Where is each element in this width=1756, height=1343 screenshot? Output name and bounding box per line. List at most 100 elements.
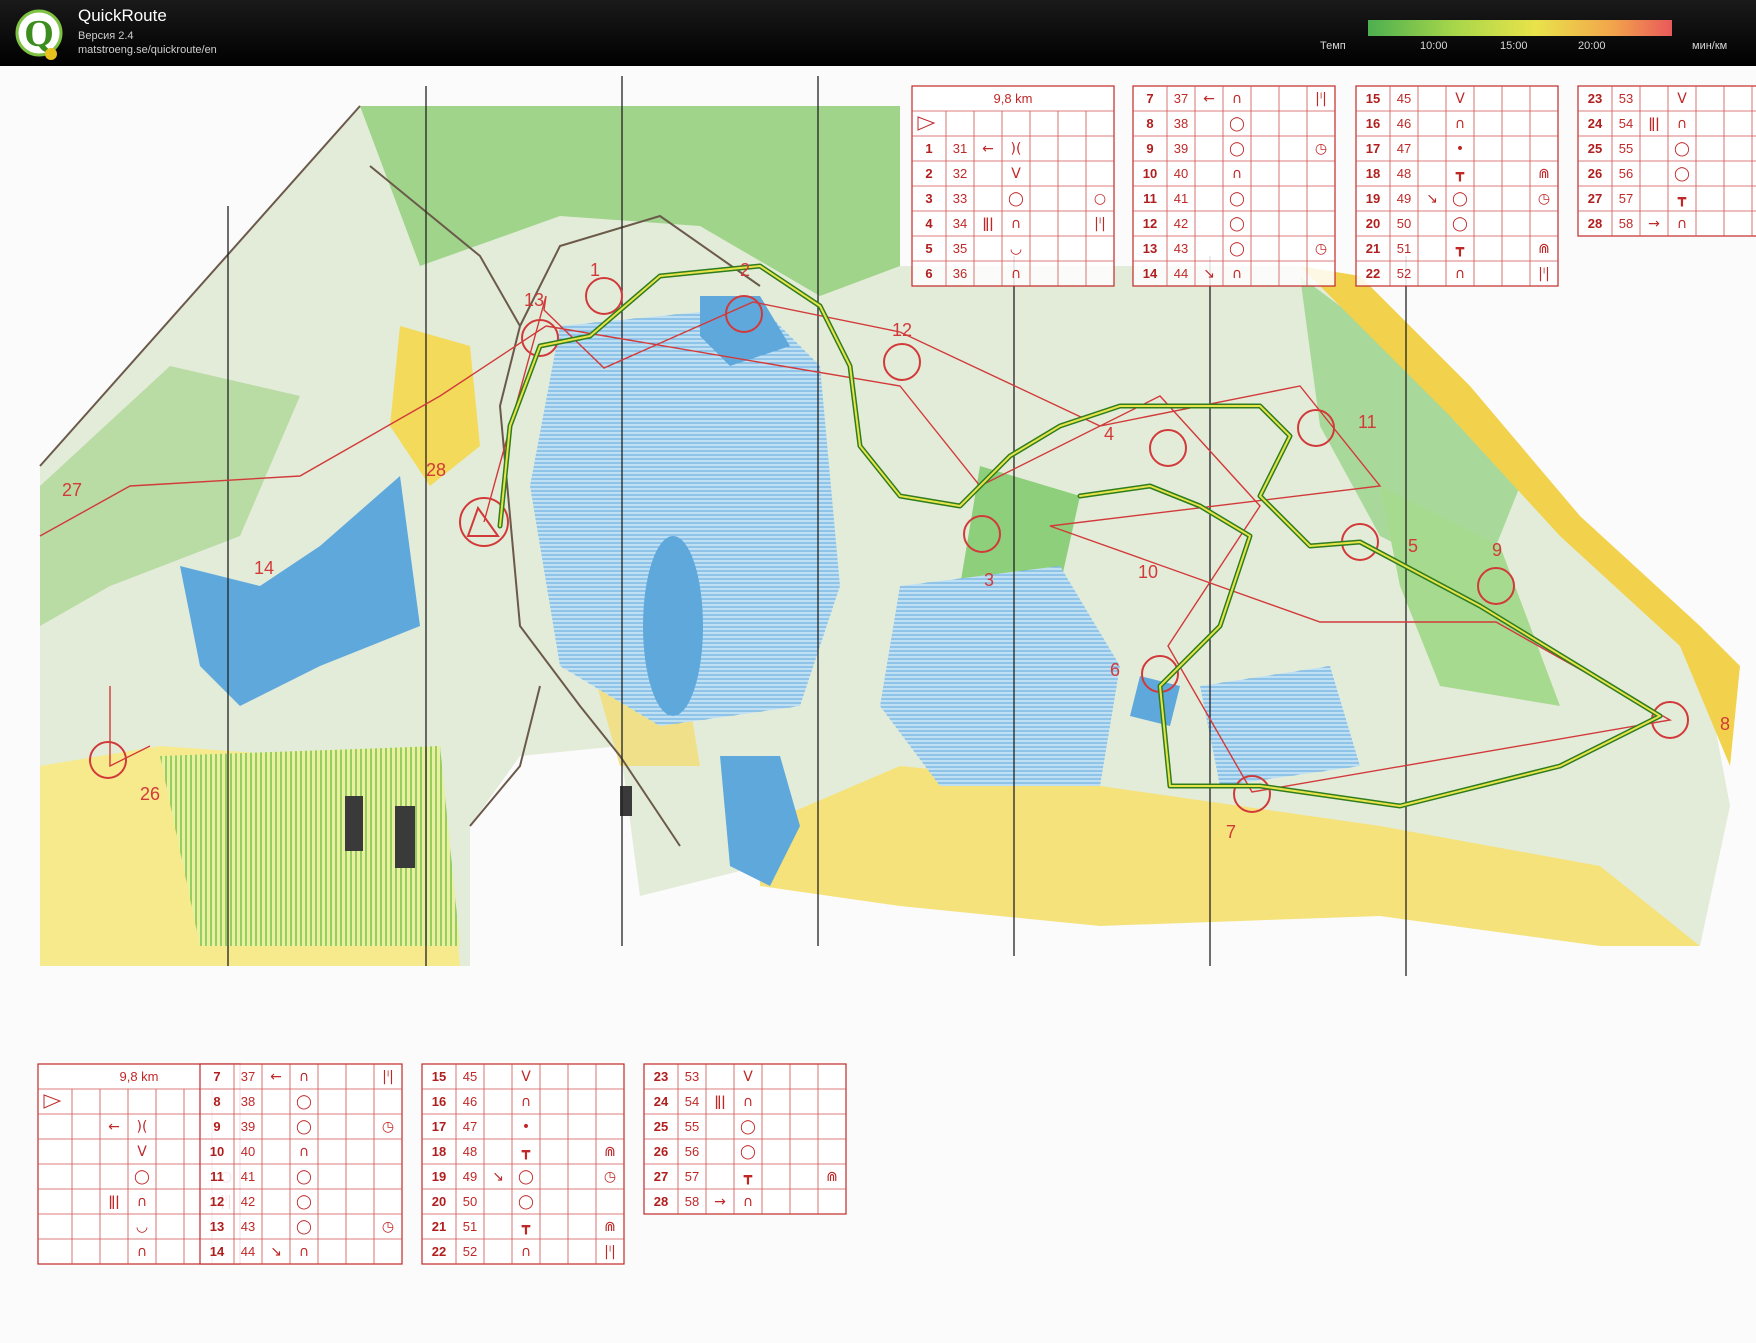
control-symbol: ∩ [1232, 166, 1242, 182]
control-seq-number: 18 [432, 1144, 446, 1159]
control-code: 57 [685, 1169, 699, 1184]
control-symbol: ◯ [1229, 141, 1245, 157]
control-number-5: 5 [1408, 536, 1418, 556]
control-code: 51 [463, 1219, 477, 1234]
control-code: 40 [241, 1144, 255, 1159]
control-symbol: |ˡ| [1094, 216, 1106, 232]
control-symbol: ◯ [134, 1169, 150, 1185]
control-symbol: ◯ [296, 1169, 312, 1185]
control-symbol: ↘ [1203, 266, 1215, 282]
control-code: 43 [241, 1219, 255, 1234]
control-symbol: ◷ [604, 1169, 616, 1185]
control-code: 51 [1397, 241, 1411, 256]
control-seq-number: 25 [654, 1119, 668, 1134]
control-code: 53 [1619, 91, 1633, 106]
control-symbol: ∩ [1677, 116, 1687, 132]
control-number-7: 7 [1226, 822, 1236, 842]
control-seq-number: 5 [925, 241, 932, 256]
control-seq-number: 22 [432, 1244, 446, 1259]
control-code: 58 [685, 1194, 699, 1209]
app-url[interactable]: matstroeng.se/quickroute/en [78, 44, 217, 56]
control-code: 52 [1397, 266, 1411, 281]
control-code: 50 [463, 1194, 477, 1209]
control-symbol: V [1677, 91, 1687, 107]
control-symbol: ◷ [382, 1119, 394, 1135]
control-number-26: 26 [140, 784, 160, 804]
control-code: 41 [1174, 191, 1188, 206]
control-symbol: ⋒ [1538, 241, 1550, 257]
control-code: 57 [1619, 191, 1633, 206]
control-symbol: ∩ [743, 1194, 753, 1210]
control-symbol: |ˡ| [382, 1069, 394, 1085]
control-seq-number: 22 [1366, 266, 1380, 281]
control-symbol: ⋒ [1538, 166, 1550, 182]
control-symbol: ↘ [492, 1169, 504, 1185]
control-code: 48 [1397, 166, 1411, 181]
app-header: Q QuickRoute Версия 2.4 matstroeng.se/qu… [0, 0, 1756, 66]
control-symbol: ◯ [1008, 191, 1024, 207]
control-number-4: 4 [1104, 424, 1114, 444]
control-seq-number: 19 [432, 1169, 446, 1184]
pace-tick-15: 15:00 [1500, 40, 1528, 52]
control-symbol: ← [108, 1119, 120, 1135]
control-seq-number: 15 [1366, 91, 1380, 106]
control-seq-number: 27 [654, 1169, 668, 1184]
control-symbol: ◯ [296, 1119, 312, 1135]
control-symbol: ∩ [299, 1244, 309, 1260]
control-code: 58 [1619, 216, 1633, 231]
control-symbol: ◯ [1229, 216, 1245, 232]
control-symbol: ← [982, 141, 994, 157]
control-seq-number: 14 [210, 1244, 225, 1259]
control-code: 35 [953, 241, 967, 256]
control-code: 53 [685, 1069, 699, 1084]
control-symbol: ◯ [740, 1144, 756, 1160]
control-symbol: • [1456, 141, 1464, 157]
control-seq-number: 24 [1588, 116, 1603, 131]
control-symbol: ◷ [382, 1219, 394, 1235]
control-number-6: 6 [1110, 660, 1120, 680]
control-code: 40 [1174, 166, 1188, 181]
control-symbol: → [1648, 216, 1660, 232]
desc-top-block-3: 15 45 V 16 46 ∩ 17 47 • 18 48 ┳ ⋒ 19 49 ↘ ◯ ◷ 20 50 ◯ 21 51 ┳ ⋒ 2… [1355, 85, 1559, 287]
control-symbol: V [137, 1144, 147, 1160]
desc-top-block-4: 23 53 V 24 54 ǁǀ ∩ 25 55 ◯ 26 56 ◯ 27 57 ┳ 28 58 → ∩ [1577, 85, 1756, 237]
control-symbol: ∩ [1232, 266, 1242, 282]
control-code: 34 [953, 216, 967, 231]
control-symbol: ◡ [136, 1219, 148, 1235]
pace-legend-label: Темп [1320, 40, 1346, 52]
pace-unit: мин/км [1692, 40, 1728, 52]
control-code: 39 [241, 1119, 255, 1134]
control-code: 52 [463, 1244, 477, 1259]
desc-bottom-block-4: 23 53 V 24 54 ǁǀ ∩ 25 55 ◯ 26 56 ◯ 27 57 ┳ ⋒ 28 58 → ∩ [643, 1063, 847, 1215]
control-seq-number: 4 [925, 216, 933, 231]
control-seq-number: 10 [1143, 166, 1157, 181]
desc-bottom-block-3: 15 45 V 16 46 ∩ 17 47 • 18 48 ┳ ⋒ 19 49 ↘ ◯ ◷ 20 50 ◯ 21 51 ┳ ⋒ 2… [421, 1063, 625, 1265]
control-seq-number: 16 [432, 1094, 446, 1109]
control-seq-number: 9 [213, 1119, 220, 1134]
control-symbol: ┳ [1455, 166, 1465, 182]
control-symbol: V [1011, 166, 1021, 182]
control-symbol: |ˡ| [1315, 91, 1327, 107]
orienteering-map[interactable]: 1 2 3 4 5 6 7 8 9 10 11 12 13 14 26 27 2… [0, 66, 1756, 1343]
control-symbol: |ˡ| [604, 1244, 616, 1260]
control-code: 37 [1174, 91, 1188, 106]
control-code: 49 [463, 1169, 477, 1184]
control-seq-number: 23 [654, 1069, 668, 1084]
control-symbol: ◯ [518, 1194, 534, 1210]
control-seq-number: 8 [1146, 116, 1153, 131]
control-seq-number: 21 [1366, 241, 1380, 256]
control-code: 42 [1174, 216, 1188, 231]
control-seq-number: 11 [1143, 191, 1157, 206]
control-code: 48 [463, 1144, 477, 1159]
control-code: 44 [241, 1244, 255, 1259]
control-symbol: ∩ [521, 1244, 531, 1260]
control-seq-number: 15 [432, 1069, 446, 1084]
control-code: 36 [953, 266, 967, 281]
control-symbol: ∩ [299, 1069, 309, 1085]
control-number-1: 1 [590, 260, 600, 280]
control-code: 55 [685, 1119, 699, 1134]
control-symbol: ◯ [1229, 241, 1245, 257]
control-code: 49 [1397, 191, 1411, 206]
control-symbol: ∩ [743, 1094, 753, 1110]
control-symbol: ◯ [1452, 191, 1468, 207]
